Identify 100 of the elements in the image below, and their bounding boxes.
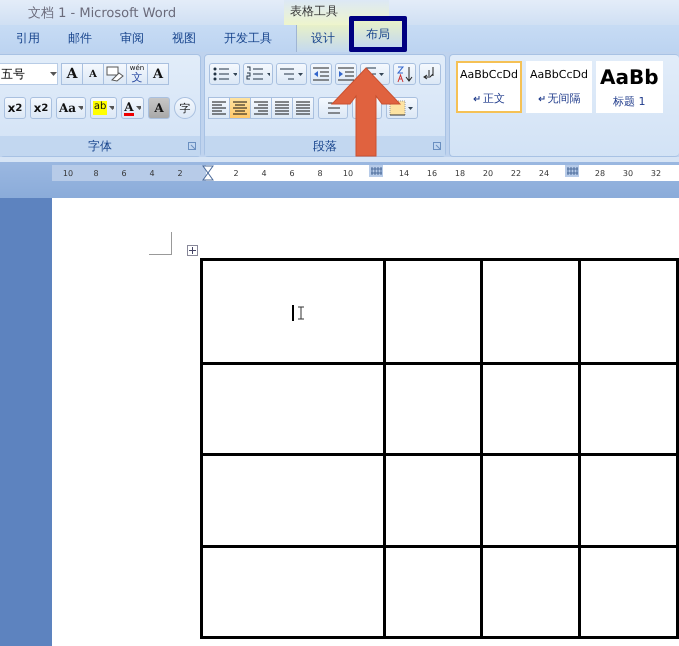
shrink-font-button[interactable]: A xyxy=(82,63,104,85)
return-mark-icon xyxy=(538,96,544,102)
grow-font-button[interactable]: A xyxy=(61,63,83,85)
font-color-button[interactable]: A xyxy=(121,97,144,119)
table-cell[interactable] xyxy=(202,546,384,638)
decrease-indent-button[interactable] xyxy=(310,63,332,85)
column-marker-icon[interactable] xyxy=(369,165,383,177)
justify-align-button[interactable] xyxy=(271,97,293,119)
align-lines-icon xyxy=(212,101,226,115)
table-cell[interactable] xyxy=(580,364,678,454)
style-preview: AaBbCcDd xyxy=(460,68,518,81)
align-lines-icon xyxy=(233,101,247,115)
character-border-button[interactable]: A xyxy=(147,63,169,85)
table-move-handle-icon[interactable] xyxy=(187,245,198,256)
align-lines-icon xyxy=(254,101,268,115)
multilevel-list-icon xyxy=(279,66,304,82)
table-cell[interactable] xyxy=(384,454,482,546)
align-lines-icon xyxy=(275,101,289,115)
group-label: 段落 xyxy=(313,138,337,154)
ribbon-tab[interactable]: 设计 xyxy=(297,25,349,52)
table-cell[interactable] xyxy=(384,364,482,454)
ruler-number: 16 xyxy=(426,168,438,178)
numbering-button[interactable] xyxy=(242,63,274,85)
highlight-button[interactable]: ab xyxy=(90,97,118,119)
column-marker-icon[interactable] xyxy=(565,165,579,177)
ruler-number: 24 xyxy=(538,168,550,178)
horizontal-ruler[interactable]: 10 8 6 4 2 2 4 6 8 10 14 16 18 20 22 24 28 30 32 xyxy=(52,165,679,181)
style-name: 正文 xyxy=(483,91,505,106)
ruler-number: 14 xyxy=(398,168,410,178)
ruler-number: 18 xyxy=(454,168,466,178)
ribbon-tab[interactable]: 审阅 xyxy=(106,25,158,52)
bullet-list-icon xyxy=(212,66,237,82)
table-cell[interactable] xyxy=(482,454,580,546)
style-preview: AaBbCcDd xyxy=(530,68,588,81)
ribbon-tab[interactable]: 布局 xyxy=(349,16,407,52)
ribbon-tab[interactable]: 引用 xyxy=(2,25,54,52)
ruler-number: 20 xyxy=(482,168,494,178)
caret-icon xyxy=(78,106,83,110)
character-shading-button[interactable]: A xyxy=(148,97,170,119)
caret-icon xyxy=(136,106,141,110)
eraser-icon xyxy=(106,66,124,82)
margin-corner-mark xyxy=(149,232,172,255)
group-label: 字体 xyxy=(88,138,112,154)
table-cell[interactable] xyxy=(482,546,580,638)
sort-icon xyxy=(396,65,413,83)
table-cell[interactable] xyxy=(580,260,678,364)
ruler-number: 2 xyxy=(176,168,184,178)
return-mark-icon xyxy=(473,96,480,102)
ruler-number: 4 xyxy=(260,168,268,178)
show-marks-button[interactable] xyxy=(418,63,441,85)
style-name: 标题 1 xyxy=(613,94,646,109)
indent-icon xyxy=(338,67,354,81)
bullets-button[interactable] xyxy=(209,63,240,85)
numbered-list-icon xyxy=(246,66,270,82)
table-cell[interactable] xyxy=(384,260,482,364)
increase-indent-button[interactable] xyxy=(334,63,357,85)
ruler-number: 22 xyxy=(510,168,522,178)
style-preset[interactable]: AaBb 标题 1 xyxy=(596,61,663,113)
change-case-button[interactable]: Aa xyxy=(56,97,86,119)
table-cell[interactable] xyxy=(580,454,678,546)
left-align-button[interactable] xyxy=(208,97,230,119)
align-lines-icon xyxy=(296,101,310,115)
style-preview: AaBb xyxy=(600,65,659,90)
table-cell[interactable] xyxy=(202,454,384,546)
ribbon-tab[interactable]: 邮件 xyxy=(54,25,106,52)
ruler-number: 10 xyxy=(342,168,354,178)
outdent-icon xyxy=(312,67,329,81)
ribbon-tab[interactable]: 开发工具 xyxy=(210,25,286,52)
enclose-characters-button[interactable]: 字 xyxy=(174,97,196,119)
ruler-number: 6 xyxy=(288,168,296,178)
clear-format-button[interactable] xyxy=(103,63,127,85)
sort-button[interactable] xyxy=(392,63,416,85)
multilevel-list-button[interactable] xyxy=(276,63,307,85)
table-cell[interactable] xyxy=(482,260,580,364)
ruler-number: 28 xyxy=(594,168,606,178)
caret-icon xyxy=(109,106,114,110)
table-cell[interactable] xyxy=(202,364,384,454)
table-cell[interactable] xyxy=(202,260,384,364)
font-size-dropdown[interactable]: 五号 xyxy=(0,63,58,85)
style-preset[interactable]: AaBbCcDd 正文 xyxy=(456,61,522,113)
style-name: 无间隔 xyxy=(548,91,580,106)
table-cell[interactable] xyxy=(384,546,482,638)
ruler-number: 30 xyxy=(622,168,634,178)
right-align-button[interactable] xyxy=(250,97,272,119)
ruler-number: 6 xyxy=(120,168,128,178)
table-cell[interactable] xyxy=(482,364,580,454)
distribute-align-button[interactable] xyxy=(292,97,314,119)
window-title: 文档 1 - Microsoft Word xyxy=(28,5,176,22)
ruler-number: 8 xyxy=(316,168,324,178)
ruler-number: 32 xyxy=(650,168,662,178)
ruler-number: 8 xyxy=(92,168,100,178)
style-preset[interactable]: AaBbCcDd 无间隔 xyxy=(526,61,592,113)
indent-marker-icon[interactable] xyxy=(202,165,214,181)
center-align-button[interactable] xyxy=(229,97,251,119)
ruler-number: 4 xyxy=(148,168,156,178)
ruler-number: 10 xyxy=(62,168,74,178)
ribbon-tab[interactable]: 视图 xyxy=(158,25,210,52)
ruler-number: 2 xyxy=(232,168,240,178)
caret-icon xyxy=(50,72,57,76)
table-cell[interactable] xyxy=(580,546,678,638)
